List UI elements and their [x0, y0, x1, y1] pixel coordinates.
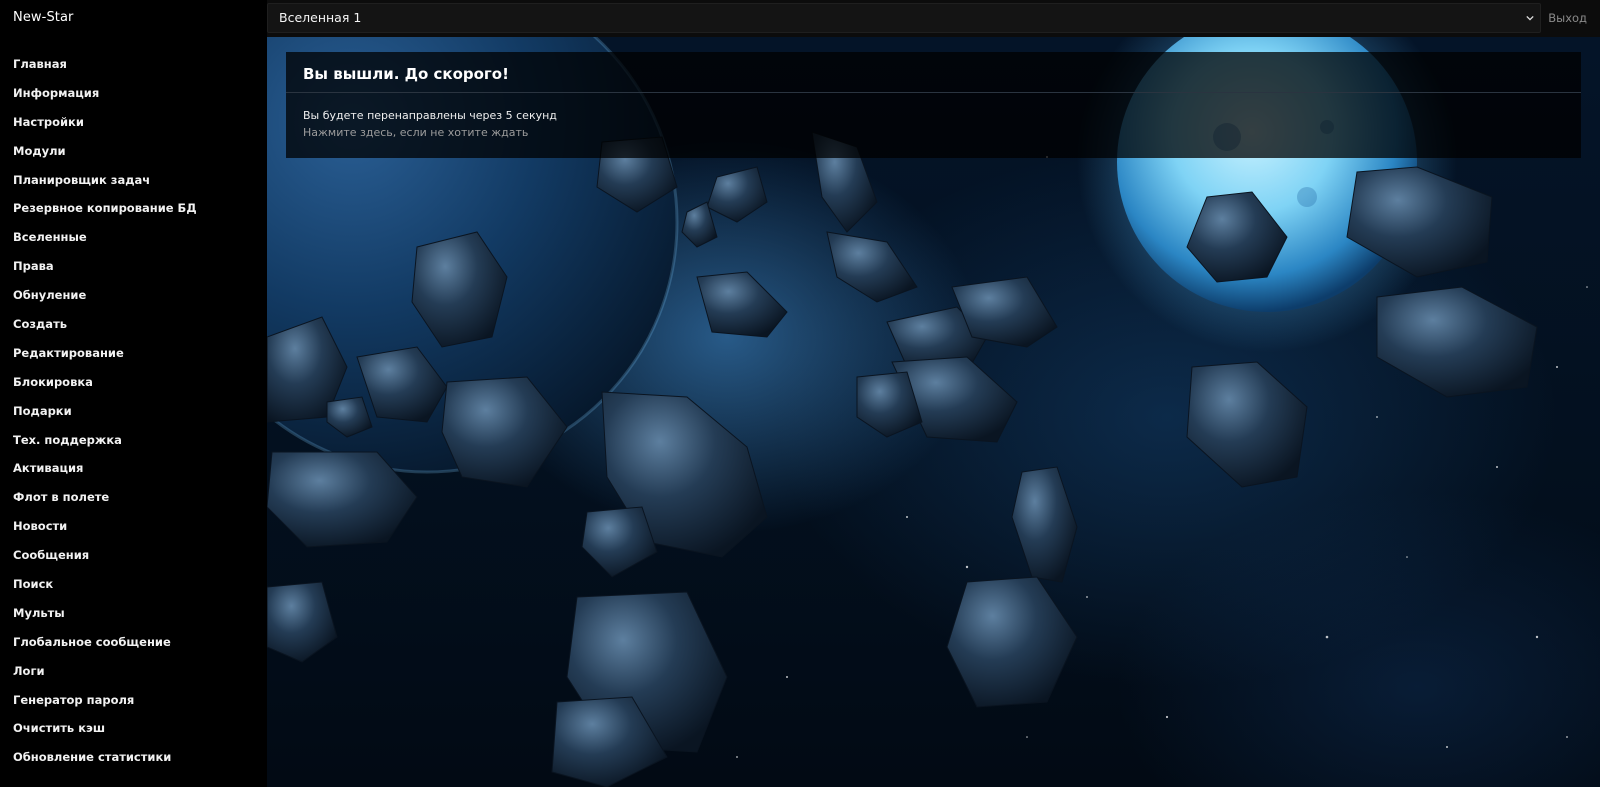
redirect-text: Вы будете перенаправлены через 5 секунд — [303, 109, 557, 122]
skip-wait-link[interactable]: Нажмите здесь, если не хотите ждать — [303, 126, 528, 139]
sidebar-item[interactable]: Тех. поддержка — [13, 431, 197, 460]
sidebar-menu: Главная Информация Настройки Модули Планиров… — [13, 55, 197, 777]
sidebar-item[interactable]: Информация — [13, 84, 197, 113]
sidebar-item[interactable]: Главная — [13, 55, 197, 84]
sidebar-item[interactable]: Обновление статистики — [13, 748, 197, 777]
universe-select[interactable]: Вселенная 1 — [267, 3, 1541, 33]
sidebar-item[interactable]: Активация — [13, 459, 197, 488]
sidebar: New-Star Главная Информация Настройки Модул… — [0, 0, 267, 787]
sidebar-item[interactable]: Редактирование — [13, 344, 197, 373]
sidebar-item[interactable]: Создать — [13, 315, 197, 344]
sidebar-item[interactable]: Генератор пароля — [13, 691, 197, 720]
sidebar-item[interactable]: Подарки — [13, 402, 197, 431]
sidebar-item[interactable]: Очистить кэш — [13, 719, 197, 748]
sidebar-item[interactable]: Права — [13, 257, 197, 286]
sidebar-item[interactable]: Флот в полете — [13, 488, 197, 517]
sidebar-item[interactable]: Планировщик задач — [13, 171, 197, 200]
top-bar: Вселенная 1 Выход — [267, 0, 1600, 37]
chevron-down-icon — [1526, 15, 1534, 21]
sidebar-item[interactable]: Настройки — [13, 113, 197, 142]
sidebar-item[interactable]: Блокировка — [13, 373, 197, 402]
brand-title[interactable]: New-Star — [13, 10, 74, 25]
sidebar-item[interactable]: Логи — [13, 662, 197, 691]
sidebar-item[interactable]: Мульты — [13, 604, 197, 633]
sidebar-item[interactable]: Вселенные — [13, 228, 197, 257]
universe-select-value: Вселенная 1 — [279, 10, 362, 25]
sidebar-item[interactable]: Сообщения — [13, 546, 197, 575]
sidebar-item[interactable]: Обнуление — [13, 286, 197, 315]
panel-divider — [286, 92, 1581, 93]
sidebar-item[interactable]: Резервное копирование БД — [13, 199, 197, 228]
logout-link[interactable]: Выход — [1548, 11, 1587, 25]
sidebar-item[interactable]: Новости — [13, 517, 197, 546]
sidebar-item[interactable]: Поиск — [13, 575, 197, 604]
logout-message-panel: Вы вышли. До скорого! Вы будете перенапр… — [286, 52, 1581, 158]
sidebar-item[interactable]: Глобальное сообщение — [13, 633, 197, 662]
message-title: Вы вышли. До скорого! — [303, 65, 509, 83]
sidebar-item[interactable]: Модули — [13, 142, 197, 171]
